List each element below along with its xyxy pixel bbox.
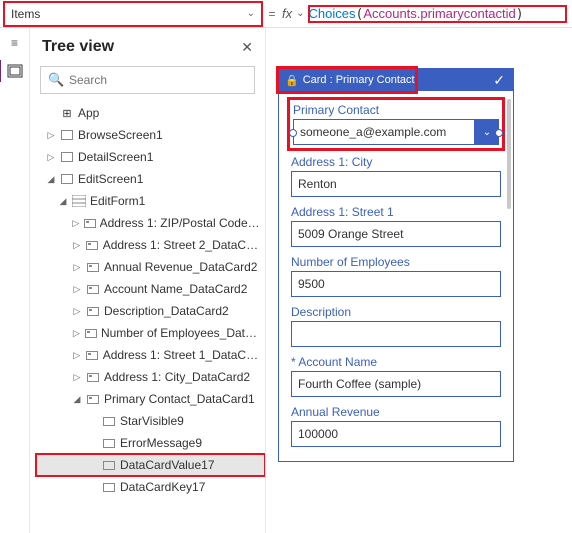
check-icon[interactable]: ✓ [493, 72, 505, 89]
card-icon [87, 285, 99, 294]
property-selector[interactable]: Items ⌄ [4, 2, 262, 26]
label-revenue: Annual Revenue [291, 405, 501, 419]
primary-contact-input[interactable] [293, 119, 475, 145]
chevron-down-icon[interactable]: ⌄ [475, 119, 499, 145]
label-primary-contact: Primary Contact [293, 103, 499, 117]
tree-view-icon[interactable] [7, 64, 23, 81]
label-street1: Address 1: Street 1 [291, 205, 501, 219]
card-icon [87, 307, 99, 316]
tree-card-zip[interactable]: ▷Address 1: ZIP/Postal Code_DataCard2 [36, 212, 265, 234]
tree-card-street2[interactable]: ▷Address 1: Street 2_DataCard2 [36, 234, 265, 256]
scrollbar[interactable] [507, 99, 511, 209]
city-input[interactable] [291, 171, 501, 197]
label-city: Address 1: City [291, 155, 501, 169]
screen-icon [61, 130, 73, 140]
tree-editform[interactable]: ◢EditForm1 [36, 190, 265, 212]
form-card[interactable]: 🔒 Card : Primary Contact ✓ Primary Conta… [278, 68, 514, 462]
search-input[interactable] [40, 66, 255, 94]
tree: ⊞App ▷BrowseScreen1 ▷DetailScreen1 ◢Edit… [30, 102, 265, 533]
form-icon [72, 194, 86, 208]
fx-icon: fx [282, 6, 292, 21]
tree-screen-detail[interactable]: ▷DetailScreen1 [36, 146, 265, 168]
property-value: Items [11, 7, 40, 21]
tree-card-revenue[interactable]: ▷Annual Revenue_DataCard2 [36, 256, 265, 278]
tree-datacardvalue[interactable]: DataCardValue17 [36, 454, 265, 476]
tree-card-account[interactable]: ▷Account Name_DataCard2 [36, 278, 265, 300]
tree-card-desc[interactable]: ▷Description_DataCard2 [36, 300, 265, 322]
search-icon: 🔍 [48, 72, 64, 88]
primary-contact-combobox[interactable]: ⌄ [293, 119, 499, 145]
label-employees: Number of Employees [291, 255, 501, 269]
account-input[interactable] [291, 371, 501, 397]
canvas: 🔒 Card : Primary Contact ✓ Primary Conta… [266, 28, 572, 533]
tree-screen-browse[interactable]: ▷BrowseScreen1 [36, 124, 265, 146]
hamburger-icon[interactable]: ≡ [11, 36, 18, 50]
tree-panel: Tree view ✕ 🔍 ⊞App ▷BrowseScreen1 ▷Detai… [30, 28, 266, 533]
screen-icon [61, 174, 73, 184]
card-header-label: Card : Primary Contact [303, 74, 415, 86]
tree-screen-edit[interactable]: ◢EditScreen1 [36, 168, 265, 190]
card-header[interactable]: 🔒 Card : Primary Contact ✓ [279, 69, 513, 91]
tree-app[interactable]: ⊞App [36, 102, 265, 124]
tree-datacardkey[interactable]: DataCardKey17 [36, 476, 265, 498]
formula-bar[interactable]: Choices(Accounts.primarycontactid) [309, 6, 566, 22]
tree-card-street1[interactable]: ▷Address 1: Street 1_DataCard2 [36, 344, 265, 366]
card-icon [87, 263, 99, 272]
card-icon [87, 395, 99, 404]
chevron-down-icon[interactable]: ⌄ [296, 8, 304, 19]
card-icon [84, 219, 96, 228]
tree-errormessage[interactable]: ErrorMessage9 [36, 432, 265, 454]
control-icon [103, 439, 115, 448]
app-icon: ⊞ [60, 106, 74, 120]
revenue-input[interactable] [291, 421, 501, 447]
card-icon [86, 351, 98, 360]
label-description: Description [291, 305, 501, 319]
control-icon [103, 483, 115, 492]
chevron-down-icon: ⌄ [247, 8, 255, 19]
label-account: Account Name [291, 355, 501, 369]
card-icon [87, 373, 99, 382]
employees-input[interactable] [291, 271, 501, 297]
left-rail: ≡ [0, 28, 30, 533]
close-icon[interactable]: ✕ [241, 39, 253, 56]
tree-title: Tree view [42, 38, 114, 56]
card-icon [85, 329, 97, 338]
lock-icon: 🔒 [285, 74, 299, 87]
control-icon [103, 461, 115, 470]
equals-label: = [262, 7, 282, 21]
tree-card-primary[interactable]: ◢Primary Contact_DataCard1 [36, 388, 265, 410]
tree-card-city[interactable]: ▷Address 1: City_DataCard2 [36, 366, 265, 388]
tree-starvisible[interactable]: StarVisible9 [36, 410, 265, 432]
control-icon [103, 417, 115, 426]
street1-input[interactable] [291, 221, 501, 247]
tree-card-employees[interactable]: ▷Number of Employees_DataCard2 [36, 322, 265, 344]
card-icon [86, 241, 98, 250]
description-input[interactable] [291, 321, 501, 347]
screen-icon [61, 152, 73, 162]
